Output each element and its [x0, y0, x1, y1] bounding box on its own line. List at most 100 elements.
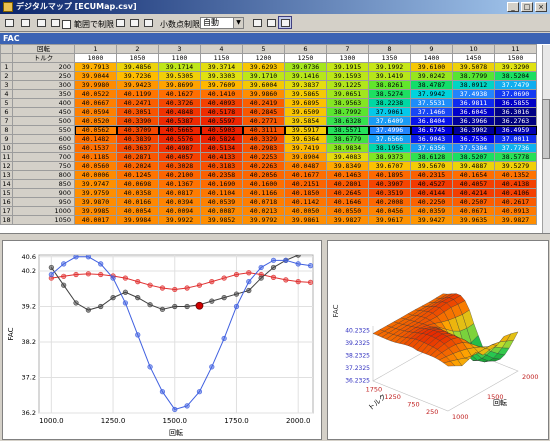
- table-cell[interactable]: 39.9747: [74, 179, 117, 189]
- table-cell[interactable]: 40.2983: [242, 143, 285, 153]
- table-cell[interactable]: 40.3637: [116, 143, 159, 153]
- table-cell[interactable]: 40.2263: [242, 161, 285, 171]
- open-file-icon[interactable]: [2, 16, 16, 29]
- table-cell[interactable]: 39.9044: [74, 71, 117, 81]
- table-cell[interactable]: 38.5571: [326, 125, 369, 135]
- table-cell[interactable]: 40.1142: [284, 197, 327, 207]
- table-cell[interactable]: 40.2008: [368, 197, 411, 207]
- table-cell[interactable]: 40.2617: [494, 197, 537, 207]
- table-cell[interactable]: 40.1627: [158, 89, 201, 99]
- table-cell[interactable]: 40.5665: [158, 125, 201, 135]
- table-cell[interactable]: 40.1654: [452, 170, 495, 180]
- table-cell[interactable]: 40.0359: [410, 206, 453, 216]
- column-number[interactable]: 8: [368, 44, 411, 54]
- table-cell[interactable]: 38.5204: [494, 71, 537, 81]
- table-cell[interactable]: 39.5854: [284, 116, 327, 126]
- table-cell[interactable]: 40.2419: [242, 98, 285, 108]
- table-cell[interactable]: 37.0011: [494, 134, 537, 144]
- table-cell[interactable]: 36.9043: [410, 134, 453, 144]
- chevron-down-icon[interactable]: ▼: [233, 18, 243, 28]
- table-cell[interactable]: 37.6356: [410, 143, 453, 153]
- row-number[interactable]: 6: [0, 107, 13, 117]
- table-cell[interactable]: 40.0087: [200, 206, 243, 216]
- row-torque[interactable]: 900: [12, 188, 75, 198]
- table-cell[interactable]: 39.8904: [284, 152, 327, 162]
- table-cell[interactable]: 37.1466: [410, 107, 453, 117]
- table-cell[interactable]: 39.6895: [284, 98, 327, 108]
- table-cell[interactable]: 40.1482: [74, 134, 117, 144]
- row-number[interactable]: 7: [0, 116, 13, 126]
- table-cell[interactable]: 40.1104: [200, 188, 243, 198]
- table-cell[interactable]: 38.8261: [368, 80, 411, 90]
- table-cell[interactable]: 39.3714: [200, 62, 243, 72]
- maximize-button[interactable]: □: [521, 2, 533, 12]
- table-cell[interactable]: 39.9852: [200, 215, 243, 225]
- table-cell[interactable]: 40.0698: [116, 179, 159, 189]
- row-number[interactable]: 10: [0, 143, 13, 153]
- table-cell[interactable]: 40.5597: [200, 116, 243, 126]
- table-cell[interactable]: 39.5865: [284, 89, 327, 99]
- decimal-select[interactable]: 自動 ▼: [200, 17, 244, 29]
- table-cell[interactable]: 38.5207: [452, 152, 495, 162]
- table-cell[interactable]: 40.1199: [116, 89, 159, 99]
- row-torque[interactable]: 850: [12, 179, 75, 189]
- table-cell[interactable]: 36.3966: [452, 116, 495, 126]
- table-cell[interactable]: 40.0913: [494, 206, 537, 216]
- table-cell[interactable]: 40.0017: [74, 215, 117, 225]
- column-number[interactable]: 4: [200, 44, 243, 54]
- column-value[interactable]: 1500: [494, 53, 537, 63]
- table-cell[interactable]: 40.2151: [284, 179, 327, 189]
- column-value[interactable]: 1450: [452, 53, 495, 63]
- table-cell[interactable]: 40.1850: [284, 188, 327, 198]
- table-cell[interactable]: 39.9635: [452, 215, 495, 225]
- table-cell[interactable]: 39.4887: [452, 161, 495, 171]
- map-view-icon[interactable]: [278, 16, 292, 29]
- table-cell[interactable]: 37.7479: [494, 80, 537, 90]
- y-axis-label[interactable]: トルク: [12, 53, 75, 63]
- table-cell[interactable]: 39.9427: [410, 215, 453, 225]
- column-value[interactable]: 1050: [116, 53, 159, 63]
- table-cell[interactable]: 39.8699: [158, 80, 201, 90]
- table-cell[interactable]: 40.2250: [410, 197, 453, 207]
- row-torque[interactable]: 800: [12, 170, 75, 180]
- table-cell[interactable]: 40.0094: [158, 206, 201, 216]
- row-torque[interactable]: 400: [12, 98, 75, 108]
- table-cell[interactable]: 36.5855: [494, 98, 537, 108]
- column-number[interactable]: 5: [242, 44, 285, 54]
- row-torque[interactable]: 600: [12, 134, 75, 144]
- table-cell[interactable]: 39.3290: [494, 62, 537, 72]
- grid-icon[interactable]: [48, 16, 62, 29]
- table-cell[interactable]: 40.3519: [368, 188, 411, 198]
- table-cell[interactable]: 40.2801: [326, 179, 369, 189]
- table-cell[interactable]: 40.3390: [116, 116, 159, 126]
- table-cell[interactable]: 40.0522: [74, 89, 117, 99]
- table-cell[interactable]: 40.4057: [452, 179, 495, 189]
- column-value[interactable]: 1000: [74, 53, 117, 63]
- table-cell[interactable]: 40.0487: [284, 161, 327, 171]
- table-cell[interactable]: 40.1166: [242, 188, 285, 198]
- row-torque[interactable]: 650: [12, 143, 75, 153]
- table-cell[interactable]: 40.1646: [326, 197, 369, 207]
- table-cell[interactable]: 39.1419: [368, 71, 411, 81]
- table-cell[interactable]: 39.6707: [368, 161, 411, 171]
- table-cell[interactable]: 37.5384: [452, 143, 495, 153]
- table-cell[interactable]: 40.0671: [452, 206, 495, 216]
- row-number[interactable]: 9: [0, 134, 13, 144]
- table-cell[interactable]: 39.6509: [284, 107, 327, 117]
- table-cell[interactable]: 40.4214: [452, 188, 495, 198]
- table-cell[interactable]: 39.1593: [326, 71, 369, 81]
- table-cell[interactable]: 39.1710: [242, 71, 285, 81]
- table-cell[interactable]: 39.7419: [284, 143, 327, 153]
- table-cell[interactable]: 39.1225: [326, 80, 369, 90]
- table-cell[interactable]: 39.9861: [284, 215, 327, 225]
- table-cell[interactable]: 39.9827: [326, 215, 369, 225]
- table-cell[interactable]: 39.4083: [326, 152, 369, 162]
- table-cell[interactable]: 37.5531: [410, 98, 453, 108]
- table-cell[interactable]: 40.3111: [242, 125, 285, 135]
- table-cell[interactable]: 40.3709: [116, 125, 159, 135]
- table-cell[interactable]: 40.0667: [74, 98, 117, 108]
- column-number[interactable]: 10: [452, 44, 495, 54]
- row-number[interactable]: 1: [0, 62, 13, 72]
- table-cell[interactable]: 40.2358: [200, 170, 243, 180]
- table-cell[interactable]: 37.6566: [368, 134, 411, 144]
